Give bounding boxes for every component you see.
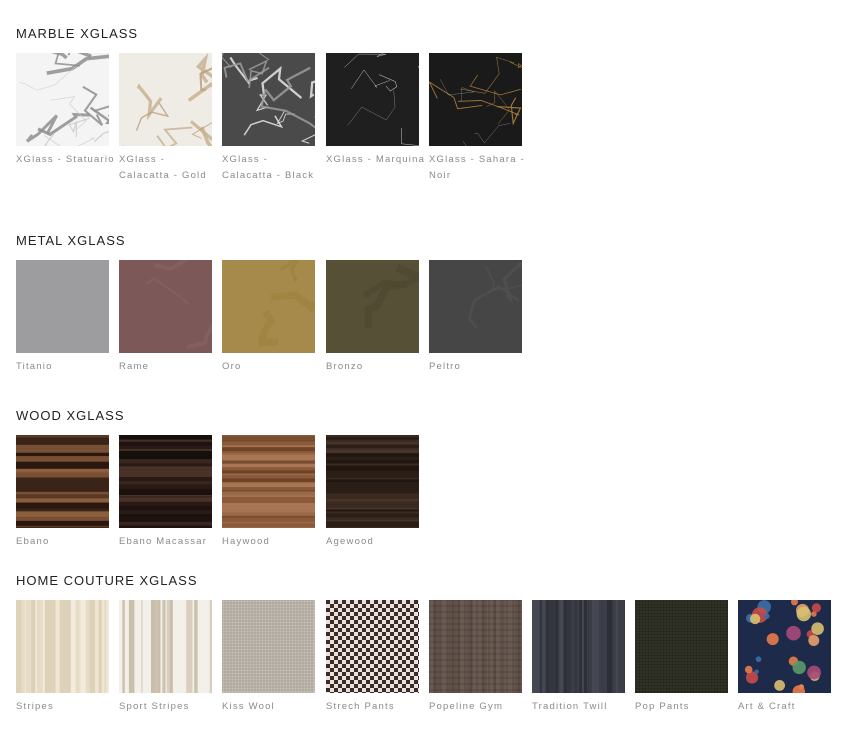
swatch-grid: Stripes Sport Stripes Kiss Wool Strech P… bbox=[16, 600, 831, 720]
swatch-image[interactable] bbox=[16, 53, 109, 146]
swatch-image[interactable] bbox=[326, 53, 419, 146]
swatch-tile[interactable]: Art & Craft bbox=[738, 600, 831, 715]
swatch-label[interactable]: Pop Pants bbox=[635, 699, 735, 715]
swatch-image[interactable] bbox=[326, 260, 419, 353]
swatch-image[interactable] bbox=[222, 600, 315, 693]
swatch-tile[interactable]: Strech Pants bbox=[326, 600, 419, 715]
swatch-grid: Titanio Rame Oro Bronzo Peltro bbox=[16, 260, 522, 380]
swatch-tile[interactable]: Peltro bbox=[429, 260, 522, 375]
swatch-tile[interactable]: Stripes bbox=[16, 600, 109, 715]
section-home-couture-xglass: HOME COUTURE XGLASS Stripes Sport Stripe… bbox=[16, 573, 831, 720]
swatch-tile[interactable]: XGlass - Statuario bbox=[16, 53, 113, 168]
swatch-label[interactable]: Stripes bbox=[16, 699, 116, 715]
swatch-grid: XGlass - Statuario XGlass - Calacatta - … bbox=[16, 53, 524, 203]
swatch-tile[interactable]: Popeline Gym bbox=[429, 600, 522, 715]
swatch-label[interactable]: Haywood bbox=[222, 534, 322, 550]
swatch-tile[interactable]: Oro bbox=[222, 260, 315, 375]
swatch-tile[interactable]: XGlass - Calacatta - Gold bbox=[119, 53, 212, 184]
swatch-tile[interactable]: Kiss Wool bbox=[222, 600, 315, 715]
swatch-image[interactable] bbox=[635, 600, 728, 693]
swatch-tile[interactable]: Tradition Twill bbox=[532, 600, 625, 715]
section-title: HOME COUTURE XGLASS bbox=[16, 573, 198, 588]
swatch-image[interactable] bbox=[429, 260, 522, 353]
swatch-tile[interactable]: XGlass - Sahara - Noir bbox=[429, 53, 524, 184]
swatch-tile[interactable]: Agewood bbox=[326, 435, 419, 550]
swatch-label[interactable]: XGlass - Marquina bbox=[326, 152, 426, 168]
swatch-label[interactable]: Titanio bbox=[16, 359, 116, 375]
swatch-label[interactable]: Peltro bbox=[429, 359, 529, 375]
swatch-tile[interactable]: Rame bbox=[119, 260, 212, 375]
swatch-tile[interactable]: Bronzo bbox=[326, 260, 419, 375]
swatch-label[interactable]: Oro bbox=[222, 359, 322, 375]
swatch-image[interactable] bbox=[16, 260, 109, 353]
swatch-image[interactable] bbox=[326, 600, 419, 693]
swatch-image[interactable] bbox=[16, 600, 109, 693]
swatch-image[interactable] bbox=[738, 600, 831, 693]
swatch-image[interactable] bbox=[222, 53, 315, 146]
swatch-tile[interactable]: Ebano bbox=[16, 435, 109, 550]
swatch-label[interactable]: Rame bbox=[119, 359, 219, 375]
swatch-image[interactable] bbox=[222, 435, 315, 528]
section-title: MARBLE XGLASS bbox=[16, 26, 139, 41]
swatch-image[interactable] bbox=[119, 53, 212, 146]
swatch-tile[interactable]: Ebano Macassar bbox=[119, 435, 212, 550]
swatch-label[interactable]: Art & Craft bbox=[738, 699, 838, 715]
swatch-tile[interactable]: Pop Pants bbox=[635, 600, 728, 715]
swatch-tile[interactable]: Haywood bbox=[222, 435, 315, 550]
swatch-label[interactable]: Tradition Twill bbox=[532, 699, 632, 715]
swatch-label[interactable]: Kiss Wool bbox=[222, 699, 322, 715]
swatch-tile[interactable]: XGlass - Calacatta - Black bbox=[222, 53, 315, 184]
swatch-label[interactable]: Sport Stripes bbox=[119, 699, 219, 715]
section-title: WOOD XGLASS bbox=[16, 408, 125, 423]
swatch-label[interactable]: Popeline Gym bbox=[429, 699, 529, 715]
section-metal-xglass: METAL XGLASS Titanio Rame Oro Bronzo Pel… bbox=[16, 233, 522, 380]
swatch-image[interactable] bbox=[429, 53, 522, 146]
swatch-label[interactable]: XGlass - Calacatta - Black bbox=[222, 152, 322, 184]
swatch-tile[interactable]: XGlass - Marquina bbox=[326, 53, 424, 168]
swatch-image[interactable] bbox=[119, 435, 212, 528]
swatch-image[interactable] bbox=[119, 600, 212, 693]
section-title: METAL XGLASS bbox=[16, 233, 126, 248]
swatch-image[interactable] bbox=[326, 435, 419, 528]
swatch-image[interactable] bbox=[222, 260, 315, 353]
section-marble-xglass: MARBLE XGLASS XGlass - Statuario XGlass … bbox=[16, 26, 524, 203]
swatch-label[interactable]: XGlass - Sahara - Noir bbox=[429, 152, 529, 184]
swatch-label[interactable]: Bronzo bbox=[326, 359, 426, 375]
swatch-label[interactable]: Ebano Macassar bbox=[119, 534, 219, 550]
swatch-label[interactable]: XGlass - Calacatta - Gold bbox=[119, 152, 219, 184]
swatch-image[interactable] bbox=[119, 260, 212, 353]
swatch-grid: Ebano Ebano Macassar Haywood Agewood bbox=[16, 435, 419, 555]
swatch-tile[interactable]: Sport Stripes bbox=[119, 600, 212, 715]
section-wood-xglass: WOOD XGLASS Ebano Ebano Macassar Haywood… bbox=[16, 408, 419, 555]
swatch-label[interactable]: Ebano bbox=[16, 534, 116, 550]
swatch-image[interactable] bbox=[16, 435, 109, 528]
swatch-label[interactable]: Strech Pants bbox=[326, 699, 426, 715]
swatch-label[interactable]: Agewood bbox=[326, 534, 426, 550]
swatch-label[interactable]: XGlass - Statuario bbox=[16, 152, 116, 168]
swatch-tile[interactable]: Titanio bbox=[16, 260, 109, 375]
swatch-image[interactable] bbox=[532, 600, 625, 693]
swatch-image[interactable] bbox=[429, 600, 522, 693]
